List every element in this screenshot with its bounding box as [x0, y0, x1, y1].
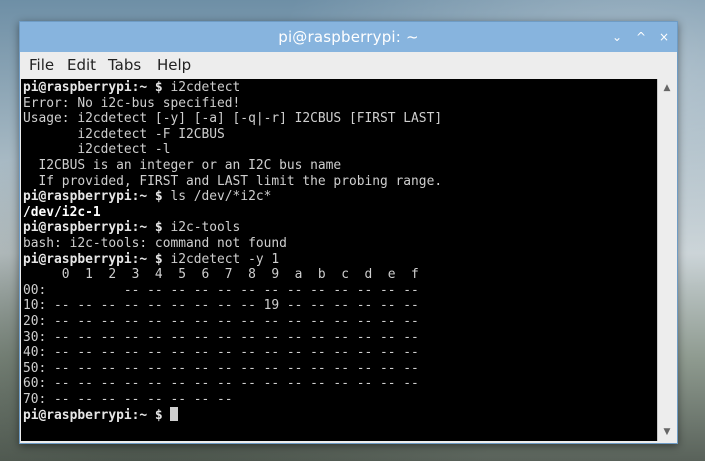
terminal-line: pi@raspberrypi:~ $ i2cdetect -y 1: [23, 252, 655, 268]
shell-command: i2cdetect -y 1: [170, 251, 280, 267]
terminal-line: i2cdetect -F I2CBUS: [23, 127, 655, 143]
text-cursor: [170, 407, 179, 422]
terminal-line: i2cdetect -l: [23, 142, 655, 158]
terminal-line: pi@raspberrypi:~ $ i2c-tools: [23, 220, 655, 236]
output-text: 60: -- -- -- -- -- -- -- -- -- -- -- -- …: [23, 376, 419, 392]
output-text: i2cdetect -F I2CBUS: [23, 126, 225, 142]
scroll-down-icon[interactable]: ▼: [658, 425, 676, 439]
shell-prompt: pi@raspberrypi:~ $: [23, 80, 171, 95]
output-text: If provided, FIRST and LAST limit the pr…: [23, 173, 443, 189]
output-text: 70: -- -- -- -- -- -- -- --: [23, 391, 233, 407]
menu-tabs[interactable]: Tabs: [108, 52, 141, 79]
shell-prompt: pi@raspberrypi:~ $: [23, 189, 171, 205]
terminal-line: I2CBUS is an integer or an I2C bus name: [23, 158, 655, 174]
output-text: i2cdetect -l: [23, 142, 171, 158]
menu-file[interactable]: File: [29, 52, 54, 79]
output-text: Error: No i2c-bus specified!: [23, 95, 241, 111]
shell-prompt: pi@raspberrypi:~ $: [23, 220, 171, 236]
terminal-line: 0 1 2 3 4 5 6 7 8 9 a b c d e f: [23, 267, 655, 283]
maximize-button[interactable]: ^: [630, 22, 652, 52]
shell-prompt: pi@raspberrypi:~ $: [23, 408, 171, 424]
output-text: 20: -- -- -- -- -- -- -- -- -- -- -- -- …: [23, 313, 419, 329]
terminal-line: 40: -- -- -- -- -- -- -- -- -- -- -- -- …: [23, 345, 655, 361]
terminal-line: 30: -- -- -- -- -- -- -- -- -- -- -- -- …: [23, 330, 655, 346]
terminal-area[interactable]: pi@raspberrypi:~ $ i2cdetect Error: No i2…: [21, 79, 676, 441]
terminal-line: 20: -- -- -- -- -- -- -- -- -- -- -- -- …: [23, 314, 655, 330]
shell-command: i2cdetect: [170, 80, 241, 95]
terminal-line: pi@raspberrypi:~ $ i2cdetect: [23, 80, 655, 96]
terminal-line: 10: -- -- -- -- -- -- -- -- -- 19 -- -- …: [23, 298, 655, 314]
shell-command: ls /dev/*i2c*: [170, 189, 272, 205]
terminal-line: 60: -- -- -- -- -- -- -- -- -- -- -- -- …: [23, 376, 655, 392]
output-text: 30: -- -- -- -- -- -- -- -- -- -- -- -- …: [23, 329, 419, 345]
terminal-line: bash: i2c-tools: command not found: [23, 236, 655, 252]
terminal-line: If provided, FIRST and LAST limit the pr…: [23, 174, 655, 190]
output-text: 50: -- -- -- -- -- -- -- -- -- -- -- -- …: [23, 360, 419, 376]
terminal-line: pi@raspberrypi:~ $: [23, 407, 655, 423]
minimize-button[interactable]: ⌄: [606, 22, 628, 52]
output-text-bold: /dev/i2c-1: [23, 204, 101, 220]
maximize-icon: ^: [635, 30, 647, 44]
window-title: pi@raspberrypi: ~: [278, 28, 419, 46]
menu-edit[interactable]: Edit: [67, 52, 96, 79]
shell-prompt: pi@raspberrypi:~ $: [23, 251, 171, 267]
terminal-line: Usage: i2cdetect [-y] [-a] [-q|-r] I2CBU…: [23, 111, 655, 127]
close-icon: ×: [658, 30, 670, 44]
terminal-line: 50: -- -- -- -- -- -- -- -- -- -- -- -- …: [23, 361, 655, 377]
terminal-line: Error: No i2c-bus specified!: [23, 96, 655, 112]
terminal-line: 70: -- -- -- -- -- -- -- --: [23, 392, 655, 408]
scroll-up-icon[interactable]: ▲: [658, 81, 676, 95]
terminal-line: pi@raspberrypi:~ $ ls /dev/*i2c*: [23, 189, 655, 205]
output-text: 0 1 2 3 4 5 6 7 8 9 a b c d e f: [23, 267, 419, 283]
output-text: 10: -- -- -- -- -- -- -- -- -- 19 -- -- …: [23, 298, 419, 314]
terminal-line: 00: -- -- -- -- -- -- -- -- -- -- -- -- …: [23, 283, 655, 299]
shell-command: i2c-tools: [170, 220, 241, 236]
output-text: 00: -- -- -- -- -- -- -- -- -- -- -- -- …: [23, 282, 419, 298]
minimize-icon: ⌄: [611, 30, 623, 44]
terminal-scrollbar[interactable]: ▲ ▼: [657, 79, 676, 441]
menu-bar: File Edit Tabs Help: [20, 52, 677, 79]
output-text: 40: -- -- -- -- -- -- -- -- -- -- -- -- …: [23, 345, 419, 361]
output-text: Usage: i2cdetect [-y] [-a] [-q|-r] I2CBU…: [23, 111, 443, 127]
output-text: bash: i2c-tools: command not found: [23, 235, 287, 251]
menu-help[interactable]: Help: [157, 52, 191, 79]
title-bar[interactable]: pi@raspberrypi: ~ ⌄ ^ ×: [20, 22, 677, 52]
close-button[interactable]: ×: [653, 22, 675, 52]
terminal-window: pi@raspberrypi: ~ ⌄ ^ × File Edit Tabs H…: [19, 21, 678, 444]
terminal-line: /dev/i2c-1: [23, 205, 655, 221]
output-text: I2CBUS is an integer or an I2C bus name: [23, 157, 342, 173]
terminal-output: pi@raspberrypi:~ $ i2cdetect Error: No i2…: [23, 80, 655, 423]
